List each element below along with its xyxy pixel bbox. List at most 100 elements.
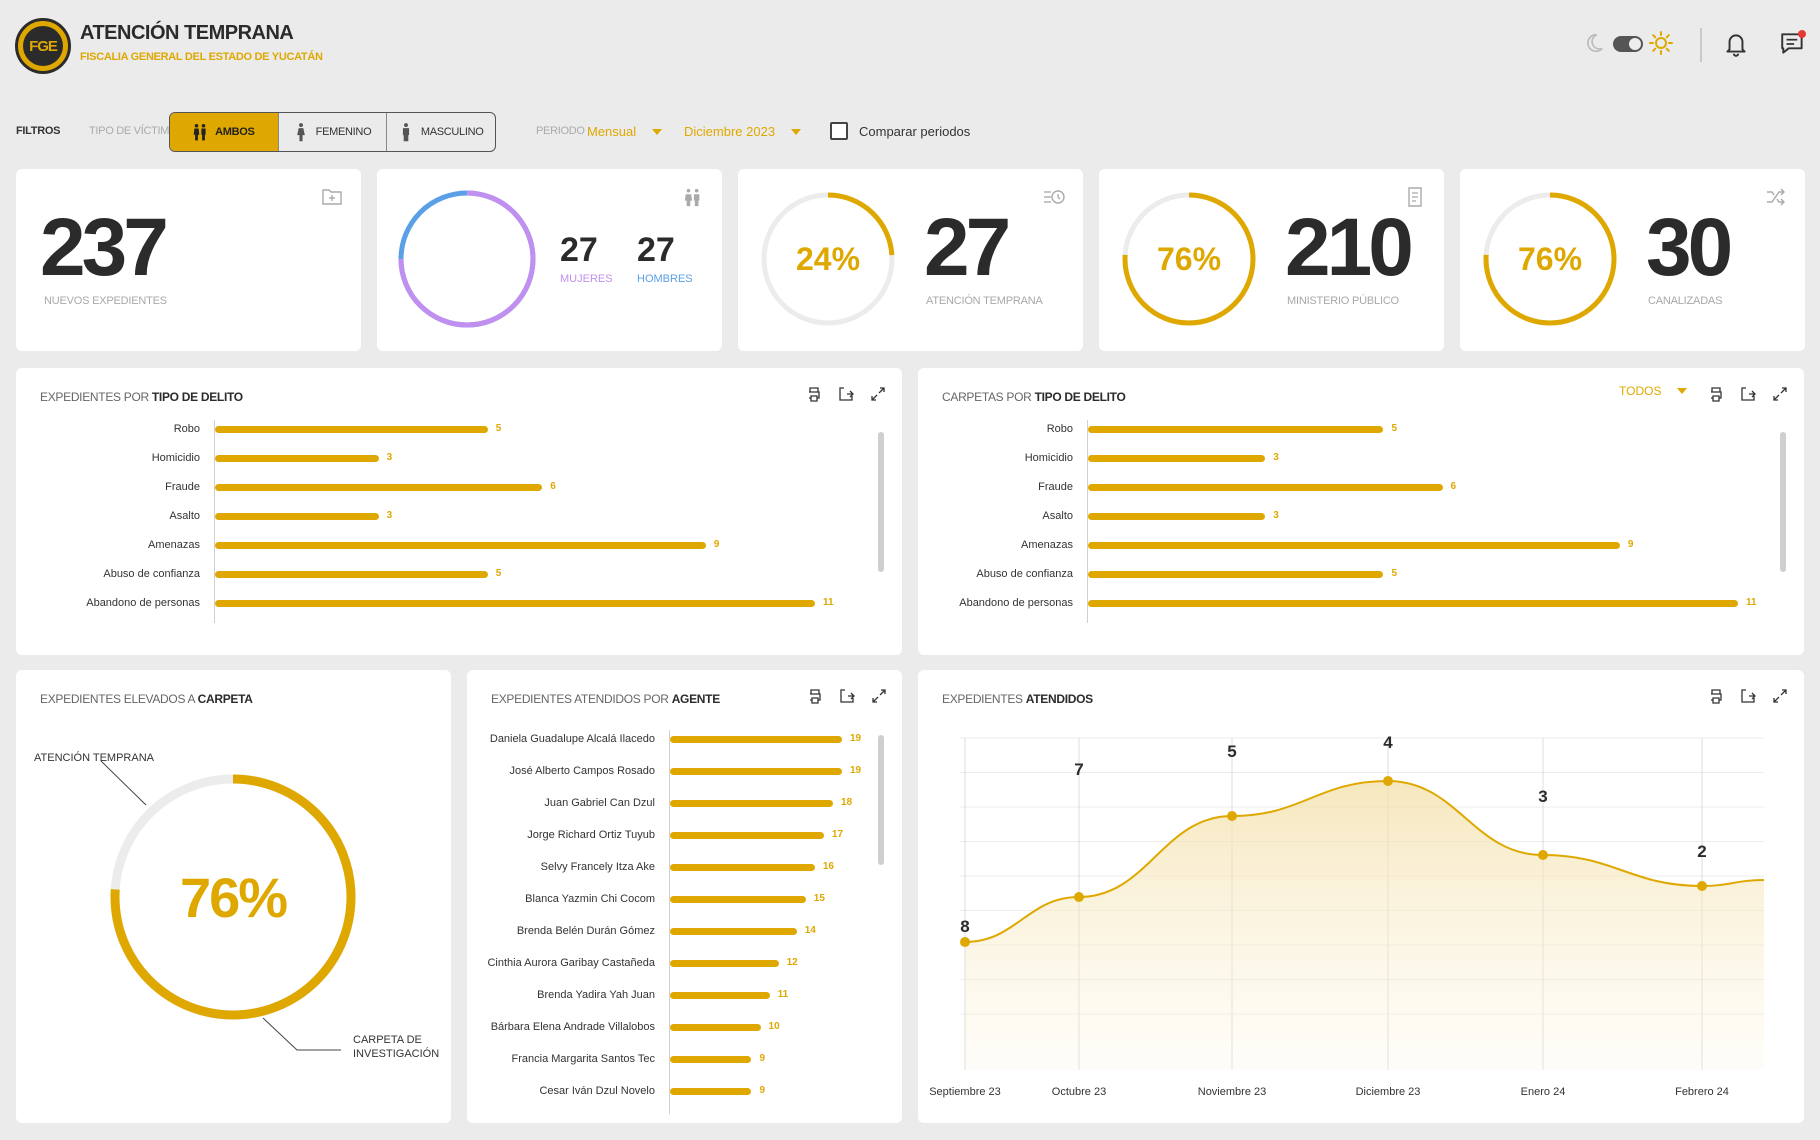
man-icon [402,123,409,142]
scrollbar[interactable] [878,735,884,865]
scrollbar-thumb[interactable] [878,735,884,865]
bar-value: 14 [804,925,816,936]
bar-value: 11 [1746,597,1757,608]
bar-label: Asalto [1042,510,1073,522]
y-axis-line [214,420,215,623]
gender-icon[interactable] [682,187,704,207]
data-point [1383,776,1393,786]
expand-icon[interactable] [870,386,886,402]
bar[interactable] [215,513,379,520]
bar[interactable] [215,484,543,491]
bar[interactable] [670,832,824,839]
period-label: PERIODO [536,125,585,137]
theme-switch[interactable] [1613,36,1643,52]
bar[interactable] [1088,484,1443,491]
month-value: Diciembre 2023 [684,124,776,139]
panel-title: EXPEDIENTES POR TIPO DE DELITO [40,390,243,404]
victim-option-masculino[interactable]: MASCULINO [387,113,495,151]
list-clock-icon[interactable] [1043,187,1065,207]
victim-type-selector: AMBOS FEMENINO MASCULINO [169,112,496,152]
export-icon[interactable] [1740,386,1756,402]
bar[interactable] [215,426,488,433]
print-icon[interactable] [1708,386,1724,402]
print-icon[interactable] [806,386,822,402]
bar-label: Brenda Belén Durán Gómez [516,925,655,937]
data-label: 3 [1538,787,1547,806]
bar[interactable] [215,600,815,607]
kpi-card-atencion: 24% 27 ATENCIÓN TEMPRANA [738,169,1083,351]
export-icon[interactable] [839,688,855,704]
bar[interactable] [670,736,842,743]
data-point [1074,892,1084,902]
bar-label: Daniela Guadalupe Alcalá Ilacedo [489,733,655,745]
compare-periods-checkbox[interactable] [830,122,848,140]
bar[interactable] [670,992,770,999]
x-tick-label: Enero 24 [1521,1086,1566,1098]
chevron-down-icon [652,128,663,135]
print-icon[interactable] [807,688,823,704]
panel-elevados-carpeta: EXPEDIENTES ELEVADOS A CARPETA ATENCIÓN … [16,670,451,1123]
period-dropdown[interactable]: Mensual [587,124,663,139]
scrollbar[interactable] [1780,432,1786,572]
leader-line-top [100,760,147,806]
victim-option-femenino[interactable]: FEMENINO [279,113,388,151]
bar-value: 9 [759,1053,766,1064]
kpi-value: 30 [1646,202,1733,293]
bar[interactable] [670,896,806,903]
filters-label: FILTROS [16,125,61,137]
export-icon[interactable] [838,386,854,402]
bar-label: Abandono de personas [959,597,1073,609]
compare-periods-label[interactable]: Comparar periodos [859,124,970,139]
bar-label: Robo [173,423,200,435]
month-dropdown[interactable]: Diciembre 2023 [684,124,802,139]
kpi-value: 237 [40,202,169,293]
victim-option-ambos[interactable]: AMBOS [170,113,279,151]
bar[interactable] [1088,426,1384,433]
bar[interactable] [670,768,842,775]
bar[interactable] [670,960,779,967]
bar[interactable] [670,800,833,807]
label-carpeta-1: CARPETA DE [353,1034,422,1046]
scrollbar-thumb[interactable] [1780,432,1786,572]
bar[interactable] [1088,455,1266,462]
bar-value: 19 [850,765,862,776]
kpi-card-genero: 27 MUJERES 27 HOMBRES [377,169,722,351]
scrollbar-thumb[interactable] [878,432,884,572]
bar[interactable] [670,1056,752,1063]
scrollbar[interactable] [878,432,884,572]
bar[interactable] [1088,571,1384,578]
chevron-down-icon [791,128,802,135]
fge-logo: FGE [15,18,71,74]
filter-dropdown[interactable]: TODOS [1619,384,1688,398]
bar[interactable] [670,1088,752,1095]
data-label: 7 [1074,760,1083,779]
bell-icon[interactable] [1723,30,1749,58]
folder-add-icon[interactable] [321,187,343,207]
bar-label: Homicidio [151,452,200,464]
x-tick-label: Octubre 23 [1052,1086,1106,1098]
bar[interactable] [1088,542,1620,549]
bar[interactable] [215,455,379,462]
theme-toggle[interactable] [1583,30,1673,60]
bar[interactable] [1088,600,1738,607]
leader-line-bottom [262,1017,341,1051]
bar-label: Bárbara Elena Andrade Villalobos [490,1021,655,1033]
bar-label: Amenazas [1021,539,1073,551]
panel-atendidos-agente: EXPEDIENTES ATENDIDOS POR AGENTE Daniela… [467,670,902,1123]
expand-icon[interactable] [871,688,887,704]
panel-title: EXPEDIENTES ATENDIDOS POR AGENTE [491,692,720,706]
redirect-icon[interactable] [1765,187,1787,207]
bar[interactable] [670,928,797,935]
mujeres-label: MUJERES [560,273,613,285]
bar-value: 5 [495,423,502,434]
data-label: 4 [1383,733,1393,752]
bar[interactable] [670,864,815,871]
bar[interactable] [1088,513,1266,520]
bar-label: Amenazas [148,539,200,551]
data-point [1538,850,1548,860]
bar[interactable] [215,542,706,549]
panel-expedientes-tipo-delito: EXPEDIENTES POR TIPO DE DELITO Robo 5 Homi… [16,368,902,655]
expand-icon[interactable] [1772,386,1788,402]
bar[interactable] [215,571,488,578]
bar[interactable] [670,1024,761,1031]
